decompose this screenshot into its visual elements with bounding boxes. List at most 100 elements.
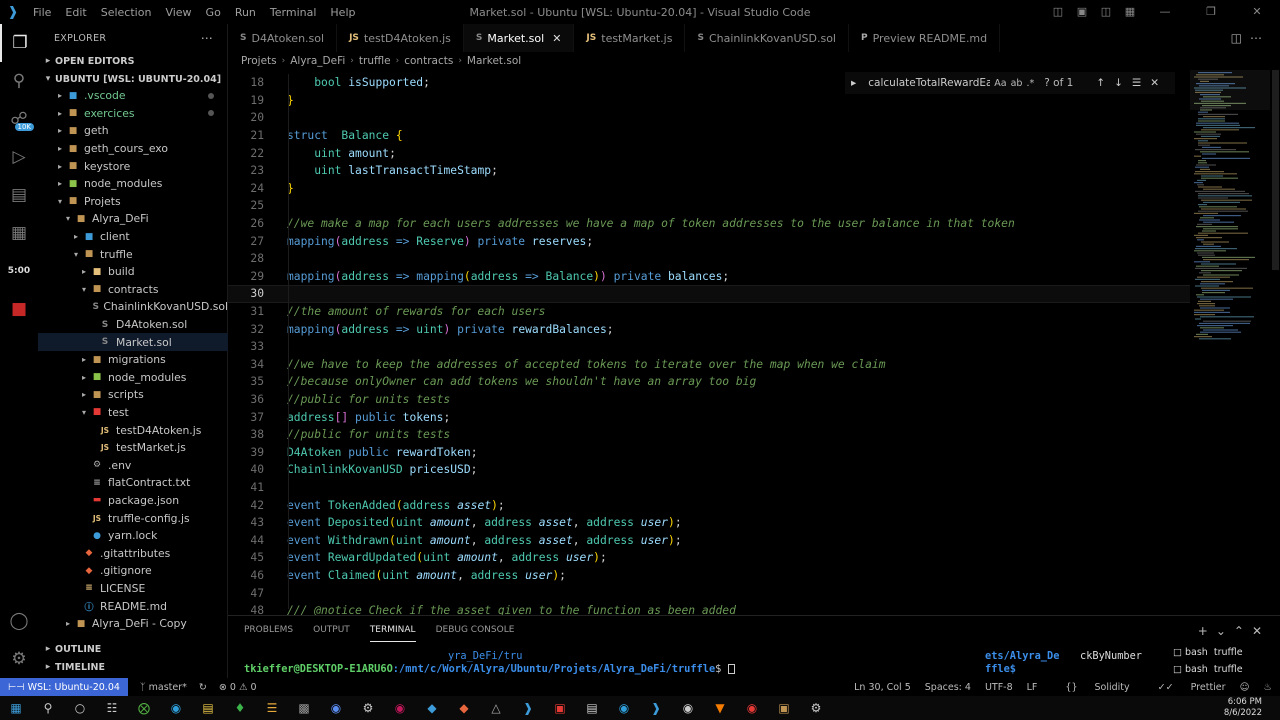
code-line[interactable]: 28	[228, 250, 1190, 268]
menu-file[interactable]: File	[26, 6, 58, 19]
app-red-icon[interactable]: ▣	[544, 696, 576, 720]
tree-item[interactable]: JS truffle-config.js	[38, 509, 228, 527]
editor-scrollbar[interactable]	[1272, 70, 1279, 270]
tree-item[interactable]: ▾ ■ Alyra_DeFi	[38, 210, 228, 228]
find-input[interactable]: calculateTotalRewardEarne	[868, 77, 990, 89]
windows-start-icon[interactable]: ▦	[0, 696, 32, 720]
menu-selection[interactable]: Selection	[94, 6, 159, 19]
code-line[interactable]: 41	[228, 479, 1190, 497]
system-clock[interactable]: 6:06 PM 8/6/2022	[1224, 697, 1262, 719]
minimize-button[interactable]: —	[1145, 6, 1185, 18]
code-line[interactable]: 24}	[228, 180, 1190, 198]
new-terminal-icon[interactable]: +	[1198, 624, 1216, 638]
code-line[interactable]: 32 mapping(address => uint) private rewar…	[228, 320, 1190, 338]
app-cyan-icon[interactable]: ◉	[608, 696, 640, 720]
tree-item[interactable]: ▬ package.json	[38, 492, 228, 510]
tree-item[interactable]: ▾ ■ test	[38, 404, 228, 422]
branch-indicator[interactable]: ᛉ master*	[140, 682, 187, 693]
tree-item[interactable]: ▸ ■ node_modules	[38, 175, 228, 193]
code-line[interactable]: 48 /// @notice Check if the asset given t…	[228, 602, 1190, 615]
tree-item[interactable]: S Market.sol	[38, 333, 228, 351]
maximize-panel-icon[interactable]: ⌃	[1234, 624, 1252, 638]
app-blue-icon[interactable]: ◉	[320, 696, 352, 720]
encoding[interactable]: UTF-8	[985, 682, 1013, 693]
prettier-status[interactable]: ✓✓ Prettier	[1144, 682, 1226, 693]
toggle-replace-icon[interactable]: ▸	[851, 77, 856, 89]
code-line[interactable]: 20	[228, 109, 1190, 127]
powershell-icon[interactable]: ❱	[512, 696, 544, 720]
stack-app-icon[interactable]: ☰	[256, 696, 288, 720]
feedback-icon[interactable]: ☺	[1240, 682, 1250, 693]
tree-item[interactable]: ▸ ■ geth	[38, 122, 228, 140]
breadcrumb-item[interactable]: contracts	[404, 55, 453, 67]
close-tab-icon[interactable]: ✕	[552, 32, 561, 45]
outline-section[interactable]: ▸ OUTLINE	[38, 640, 228, 658]
tree-item[interactable]: ▸ ■ build	[38, 263, 228, 281]
run-debug-icon[interactable]: ▷	[0, 138, 38, 176]
tree-item[interactable]: ▸ ■ client	[38, 228, 228, 246]
tree-item[interactable]: ▸ ■ .vscode	[38, 87, 228, 105]
steam-icon[interactable]: ⚙	[352, 696, 384, 720]
tree-item[interactable]: S ChainlinkKovanUSD.sol	[38, 298, 229, 316]
terminal-list-item-1[interactable]: □ bash truffle	[1173, 647, 1243, 658]
tree-item[interactable]: ⚙ .env	[38, 456, 228, 474]
regex-icon[interactable]: .*	[1026, 78, 1034, 89]
manage-gear-icon[interactable]: ⚙	[0, 640, 38, 678]
vscode-taskbar-icon[interactable]: ❱	[640, 696, 672, 720]
tree-item[interactable]: ▾ ■ Projets	[38, 193, 228, 211]
code-line[interactable]: 25	[228, 197, 1190, 215]
code-line[interactable]: 22 uint amount;	[228, 144, 1190, 162]
timeline-section[interactable]: ▸ TIMELINE	[38, 658, 228, 676]
close-window-button[interactable]: ✕	[1237, 6, 1277, 18]
tab-market-sol[interactable]: S Market.sol ✕	[463, 24, 575, 52]
code-line[interactable]: 33	[228, 338, 1190, 356]
search-icon[interactable]: ⚲	[0, 62, 38, 100]
language-mode[interactable]: {} Solidity	[1051, 682, 1129, 693]
tab-debug-console[interactable]: DEBUG CONSOLE	[436, 619, 515, 641]
tree-item[interactable]: ◆ .gitattributes	[38, 544, 228, 562]
split-editor-icon[interactable]: ◫	[1231, 31, 1250, 45]
menu-edit[interactable]: Edit	[58, 6, 93, 19]
code-line[interactable]: 39 D4Atoken public rewardToken;	[228, 444, 1190, 462]
tree-item[interactable]: ◆ .gitignore	[38, 562, 228, 580]
tab-terminal[interactable]: TERMINAL	[369, 619, 416, 642]
terminal-app-icon[interactable]: ▤	[576, 696, 608, 720]
app-shell-icon[interactable]: △	[480, 696, 512, 720]
tree-item[interactable]: JS testD4Atoken.js	[38, 421, 228, 439]
breadcrumb-item[interactable]: truffle	[359, 55, 391, 67]
breadcrumb-item[interactable]: Market.sol	[467, 55, 521, 67]
match-word-icon[interactable]: ab	[1011, 78, 1023, 89]
tree-item[interactable]: ▸ ■ node_modules	[38, 369, 228, 387]
tree-item[interactable]: ▸ ■ keystore	[38, 157, 228, 175]
match-case-icon[interactable]: Aa	[994, 78, 1006, 89]
next-match-icon[interactable]: ↓	[1114, 77, 1132, 89]
tree-item[interactable]: ▸ ■ migrations	[38, 351, 228, 369]
tab-output[interactable]: OUTPUT	[313, 619, 350, 641]
code-line[interactable]: 43 event Deposited(uint amount, address a…	[228, 514, 1190, 532]
menu-view[interactable]: View	[158, 6, 198, 19]
app-box-icon[interactable]: ▣	[768, 696, 800, 720]
code-line[interactable]: 47	[228, 584, 1190, 602]
end-of-line[interactable]: LF	[1027, 682, 1038, 693]
problems-indicator[interactable]: ⊗ 0 ⚠ 0	[219, 682, 257, 693]
code-line[interactable]: 44 event Withdrawn(uint amount, address a…	[228, 532, 1190, 550]
code-line[interactable]: 38 //public for units tests	[228, 426, 1190, 444]
brave-icon[interactable]: ▼	[704, 696, 736, 720]
explorer-icon[interactable]: ❐	[0, 24, 38, 62]
tab-problems[interactable]: PROBLEMS	[244, 619, 293, 641]
tree-item[interactable]: ● yarn.lock	[38, 527, 228, 545]
cortana-icon[interactable]: ○	[64, 696, 96, 720]
customize-layout-icon[interactable]: ▦	[1121, 6, 1139, 18]
tree-item[interactable]: ▸ ■ exercices	[38, 105, 228, 123]
code-line[interactable]: 34 //we have to keep the addresses of acc…	[228, 356, 1190, 374]
chrome-icon[interactable]: ◉	[736, 696, 768, 720]
code-line[interactable]: 42 event TokenAdded(address asset);	[228, 496, 1190, 514]
app-green-icon[interactable]: ♦	[224, 696, 256, 720]
git-app-icon[interactable]: ◆	[448, 696, 480, 720]
more-actions-icon[interactable]: ⋯	[1250, 31, 1270, 45]
code-line[interactable]: 37 address[] public tokens;	[228, 408, 1190, 426]
previous-match-icon[interactable]: ↑	[1096, 77, 1114, 89]
workspace-section[interactable]: ▾ UBUNTU [WSL: UBUNTU-20.04]	[38, 70, 227, 88]
toggle-sidebar-icon[interactable]: ◫	[1049, 6, 1067, 18]
restore-button[interactable]: ❐	[1191, 6, 1231, 18]
